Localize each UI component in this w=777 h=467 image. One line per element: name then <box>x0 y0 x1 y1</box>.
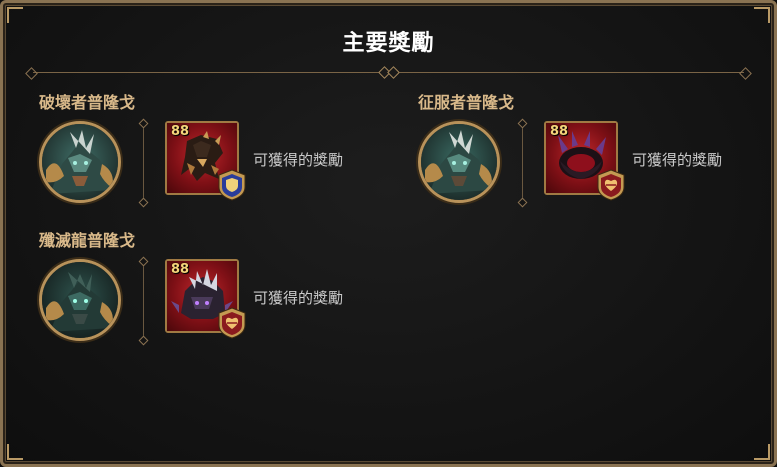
dragon-portrait-icon[interactable] <box>418 121 500 203</box>
reward-item-slot[interactable]: 88 <box>544 121 625 201</box>
dragon-portrait-icon[interactable] <box>39 259 121 341</box>
reward-availability-text: 可獲得的獎勵 <box>253 151 344 169</box>
vertical-separator <box>522 125 523 201</box>
frame-corner <box>7 444 23 460</box>
reward-item-slot[interactable]: 88 <box>165 121 246 201</box>
shield-badge-icon <box>217 169 247 201</box>
boss-name: 殲滅龍普隆戈 <box>39 231 136 250</box>
frame-corner <box>754 7 770 23</box>
reward-availability-text: 可獲得的獎勵 <box>253 289 344 307</box>
dragon-portrait-icon[interactable] <box>39 121 121 203</box>
item-level: 88 <box>550 124 569 139</box>
boss-name: 征服者普隆戈 <box>418 93 515 112</box>
boss-name: 破壞者普隆戈 <box>39 93 136 112</box>
item-level: 88 <box>171 262 190 277</box>
heart-badge-icon <box>217 307 247 339</box>
rewards-panel: 主要獎勵 破壞者普隆戈 88 可獲得的獎勵 征服者普隆戈 88 可獲得的獎勵 殲… <box>0 0 777 467</box>
vertical-separator <box>143 125 144 201</box>
reward-availability-text: 可獲得的獎勵 <box>632 151 723 169</box>
reward-item-slot[interactable]: 88 <box>165 259 246 339</box>
reward-group-conqueror: 征服者普隆戈 88 可獲得的獎勵 <box>418 89 758 209</box>
frame-corner <box>7 7 23 23</box>
panel-title: 主要獎勵 <box>342 31 435 56</box>
reward-group-annihilator: 殲滅龍普隆戈 88 可獲得的獎勵 <box>39 227 379 347</box>
frame-corner <box>754 444 770 460</box>
vertical-separator <box>143 263 144 339</box>
item-level: 88 <box>171 124 190 139</box>
reward-group-destroyer: 破壞者普隆戈 88 可獲得的獎勵 <box>39 89 379 209</box>
title-divider <box>25 66 752 80</box>
heart-badge-icon <box>596 169 626 201</box>
